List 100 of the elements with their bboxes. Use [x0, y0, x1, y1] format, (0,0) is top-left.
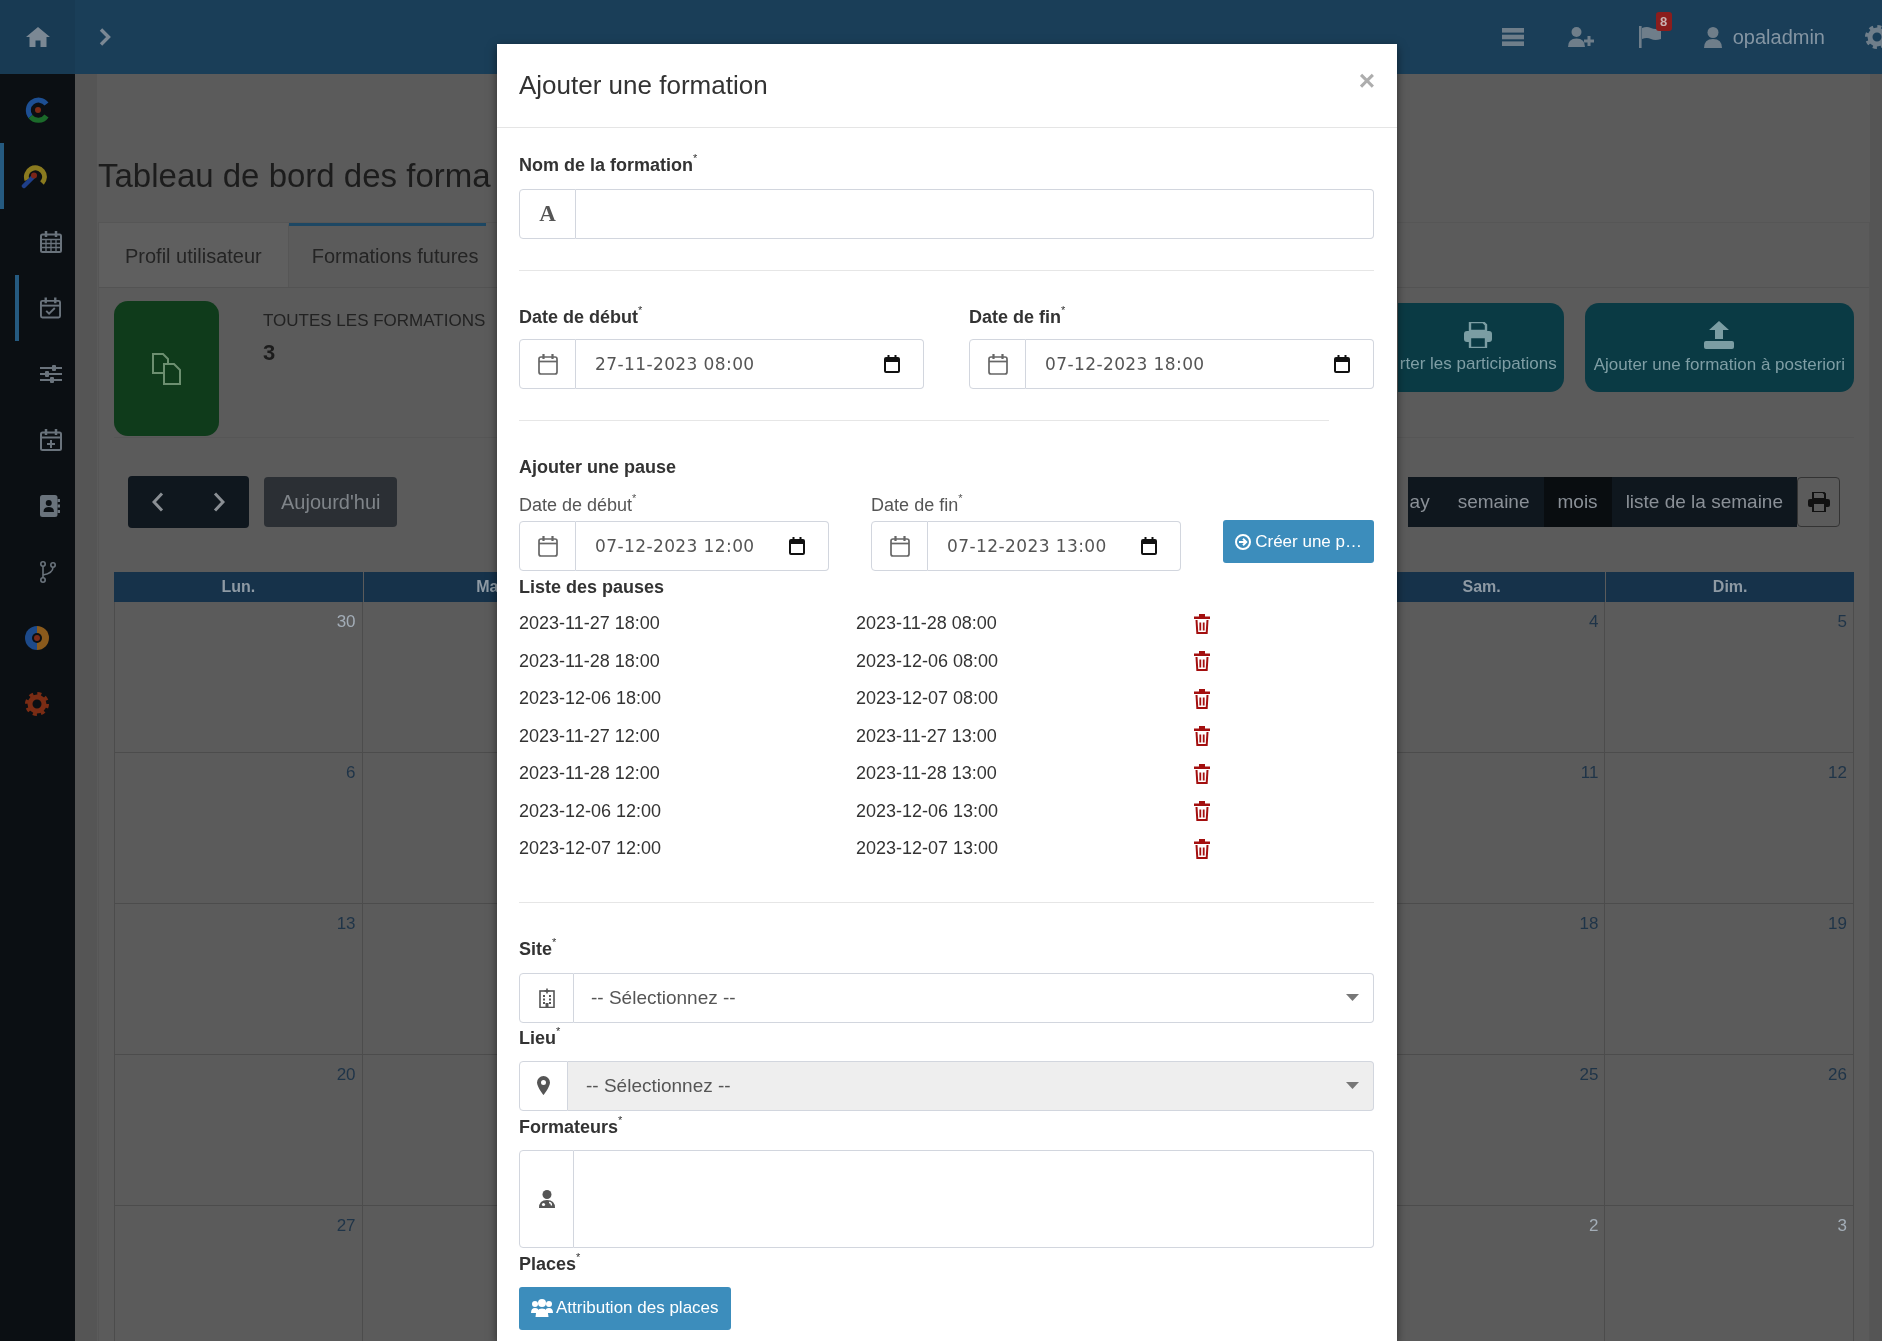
user-doctor-icon — [538, 1189, 555, 1208]
pause-end: 2023-11-27 13:00 — [856, 725, 997, 747]
donut-logo-icon — [25, 626, 49, 650]
field-label: Date de début$^{*}$ — [519, 494, 637, 516]
user-plus-icon[interactable] — [1567, 27, 1594, 47]
printer-icon — [1807, 492, 1830, 512]
create-pause-button[interactable]: Créer une p… — [1223, 520, 1374, 563]
server-icon[interactable] — [1501, 28, 1524, 46]
day-number: 26 — [1828, 1064, 1847, 1086]
calendar-picker-icon[interactable] — [1141, 537, 1158, 555]
view-button[interactable]: semaine — [1443, 477, 1544, 527]
pause-start: 2023-11-28 18:00 — [519, 650, 660, 672]
date-field[interactable]: 07-12-2023 18:00 — [1026, 339, 1374, 389]
weekday-label: Dim. — [1712, 578, 1748, 596]
today-button[interactable]: Aujourd'hui — [264, 477, 398, 527]
date-field[interactable]: 07-12-2023 12:00 — [576, 521, 830, 571]
pause-start: 2023-11-28 12:00 — [519, 763, 660, 785]
trash-icon[interactable] — [1194, 838, 1210, 859]
day-number: 2 — [1588, 1215, 1599, 1237]
view-button[interactable]: ay — [1407, 477, 1444, 527]
branch-icon — [40, 561, 56, 583]
formateurs-field[interactable] — [574, 1149, 1374, 1248]
settings-icon[interactable] — [1865, 25, 1882, 49]
sliders-icon — [40, 365, 62, 383]
day-number: 5 — [1837, 611, 1847, 633]
trash-icon[interactable] — [1194, 726, 1210, 747]
print-button[interactable] — [1797, 477, 1840, 527]
calendar-plus-icon — [40, 429, 62, 451]
field-label: Nom de la formation$^{*}$ — [519, 154, 698, 176]
home-icon — [25, 27, 50, 47]
home-button[interactable] — [0, 0, 75, 74]
view-button[interactable]: mois — [1543, 477, 1612, 527]
trash-icon[interactable] — [1194, 763, 1210, 784]
printer-icon — [1464, 321, 1493, 348]
action-label: Ajouter une formation à posteriori — [1593, 354, 1845, 375]
pause-start: 2023-12-07 12:00 — [519, 838, 662, 860]
field-label: Date de fin$^{*}$ — [871, 494, 963, 516]
pause-end: 2023-12-07 13:00 — [856, 838, 999, 860]
copy-icon — [151, 352, 182, 385]
site-select[interactable]: -- Sélectionnez -- — [574, 972, 1374, 1023]
day-number: 19 — [1828, 913, 1847, 935]
date-field[interactable]: 27-11-2023 08:00 — [576, 339, 924, 389]
calendar-picker-icon[interactable] — [789, 537, 806, 555]
day-number: 13 — [336, 913, 356, 935]
field-label: Formateurs$^{*}$ — [519, 1115, 623, 1138]
trash-icon[interactable] — [1194, 613, 1210, 634]
users-icon — [531, 1299, 553, 1317]
pause-start: 2023-12-06 12:00 — [519, 800, 662, 822]
calendar-picker-icon[interactable] — [1334, 355, 1350, 373]
weekday-label: Ma — [476, 578, 499, 596]
day-number: 11 — [1580, 762, 1599, 784]
action-label: rter les participations — [1399, 353, 1557, 374]
hospital-icon — [538, 987, 555, 1008]
field-label: Date de début$^{*}$ — [519, 306, 643, 328]
day-number: 20 — [336, 1064, 356, 1086]
day-number: 4 — [1588, 611, 1599, 633]
field-label: Places$^{*}$ — [519, 1252, 581, 1275]
field-label: Lieu$^{*}$ — [519, 1026, 561, 1049]
calendar-icon — [40, 231, 62, 253]
pause-start: 2023-11-27 18:00 — [519, 613, 660, 635]
section-title: Liste des pauses — [519, 576, 665, 598]
section-title: Ajouter une pause — [519, 456, 677, 478]
pause-start: 2023-12-06 18:00 — [519, 688, 662, 710]
caret-icon — [1346, 1082, 1359, 1089]
chevron-right-icon[interactable] — [99, 28, 111, 46]
flag-icon[interactable] — [1638, 26, 1661, 48]
day-number: 18 — [1579, 913, 1599, 935]
attribution-button[interactable]: Attribution des places — [519, 1286, 731, 1330]
calendar-icon — [537, 535, 558, 557]
day-number: 25 — [1579, 1064, 1599, 1086]
prev-button[interactable] — [128, 476, 188, 528]
day-number: 6 — [346, 762, 356, 784]
date-field[interactable]: 07-12-2023 13:00 — [928, 521, 1182, 571]
trash-icon[interactable] — [1194, 651, 1210, 672]
calendar-picker-icon[interactable] — [884, 355, 900, 373]
calendar-check-icon — [40, 297, 61, 319]
field-label: Date de fin$^{*}$ — [969, 306, 1066, 328]
stat-label: TOUTES LES FORMATIONS — [263, 310, 486, 332]
user-icon[interactable] — [1703, 26, 1722, 48]
page-title: Tableau de bord des forma — [98, 156, 491, 196]
next-button[interactable] — [188, 476, 249, 528]
field-label: Site$^{*}$ — [519, 937, 557, 960]
view-button[interactable]: liste de la semaine — [1611, 477, 1797, 527]
pause-end: 2023-11-28 08:00 — [856, 613, 997, 635]
chevron-left-icon — [152, 492, 164, 512]
arc-logo-icon — [21, 163, 47, 189]
trash-icon[interactable] — [1194, 801, 1210, 822]
name-field[interactable] — [576, 189, 1374, 239]
weekday-label: Sam. — [1462, 578, 1501, 596]
weekday-label: Lun. — [221, 578, 256, 596]
pause-end: 2023-12-07 08:00 — [856, 688, 999, 710]
action-button[interactable]: Ajouter une formation à posteriori — [1584, 303, 1854, 392]
day-number: 27 — [336, 1215, 356, 1237]
trash-icon[interactable] — [1194, 688, 1210, 709]
font-icon: A — [539, 201, 556, 227]
action-button[interactable]: rter les participations — [1397, 303, 1564, 392]
pause-end: 2023-12-06 13:00 — [856, 800, 999, 822]
contact-book-icon — [40, 495, 60, 517]
day-number: 3 — [1837, 1215, 1847, 1237]
username-link[interactable]: opaladmin — [1732, 25, 1825, 49]
